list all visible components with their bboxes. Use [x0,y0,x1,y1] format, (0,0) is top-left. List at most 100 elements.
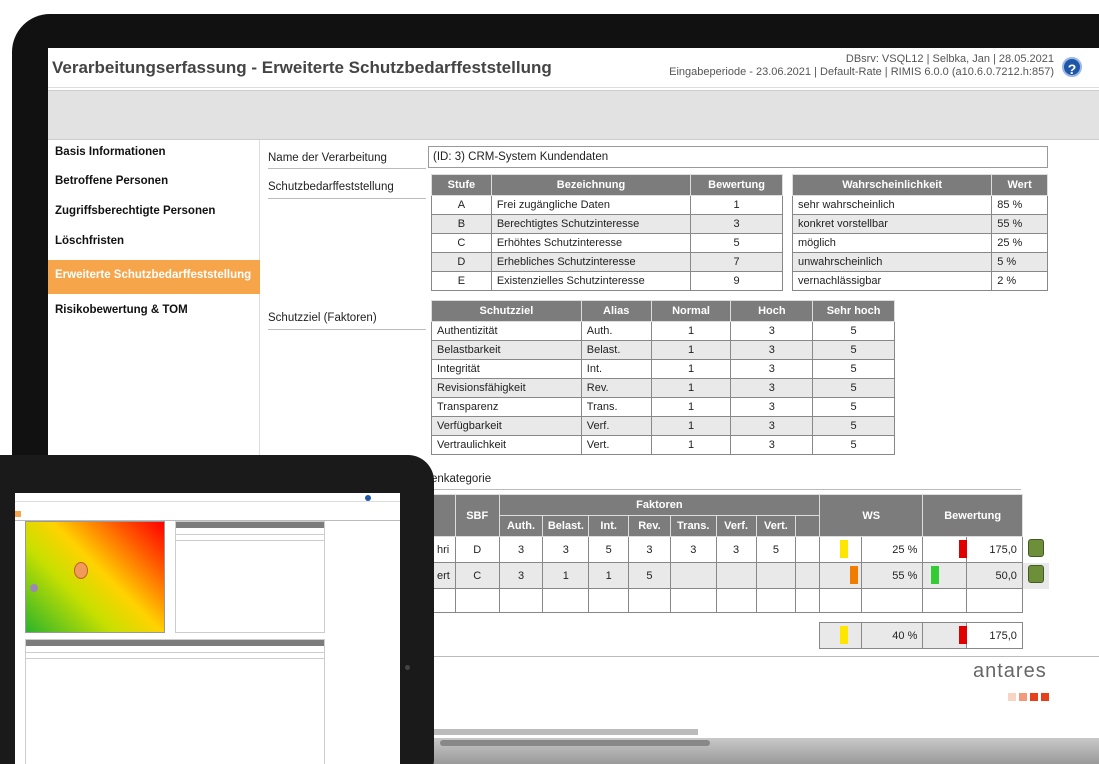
table-cell: 1 [650,378,732,398]
table-cell: Trans. [580,397,652,417]
session-info: DBsrv: VSQL12 | Selbka, Jan | 28.05.2021… [669,53,1054,79]
tablet-measures-panel [25,639,325,764]
table-cell: 1 [650,359,732,379]
total-ws: 40 % [860,622,924,649]
table-cell: 3 [730,359,814,379]
table-row: B Berechtigtes Schutzinteresse 3 [431,214,783,234]
column-header: SBF [454,494,500,537]
table-cell: Vert. [580,435,652,455]
table-cell: 3 [730,397,814,417]
table-cell: Vertraulichkeit [431,435,582,455]
table-cell: 1 [650,340,732,360]
sidebar-item-basis[interactable]: Basis Informationen [48,140,260,168]
brand-logo: antares [973,660,1047,682]
table-spacer [432,613,1050,623]
table-cell: Transparenz [431,397,582,417]
table-cell: C [431,233,492,253]
table-cell: C [454,562,500,589]
table-row: Verfügbarkeit Verf. 1 3 5 [431,416,895,436]
table-cell: 3 [542,536,590,563]
table-cell [542,588,590,613]
column-header: Normal [650,300,732,322]
column-header: Stufe [431,174,492,196]
table-cell [498,588,544,613]
table-cell: E [431,271,492,291]
bew-indicator-cell [922,622,968,649]
stufen-table: Stufe Bezeichnung Bewertung A Frei zugäng… [431,174,783,291]
ws-indicator-cell [819,536,862,563]
table-row [431,588,1050,613]
table-cell: 1 [650,397,732,417]
table-row: Vertraulichkeit Vert. 1 3 5 [431,435,895,455]
table-cell: 3 [730,378,814,398]
table-cell [1022,589,1049,613]
table-cell [669,588,717,613]
table-cell: 175,0 [966,536,1023,563]
risk-point-small [30,584,38,592]
table-cell [860,588,924,613]
table-cell: 55 % [860,562,924,589]
toolbar-band [48,90,1099,140]
table-cell [431,588,456,613]
table-cell: Int. [580,359,652,379]
table-cell: 5 [690,233,783,253]
wahrscheinlichkeit-table: Wahrscheinlichkeit Wert sehr wahrscheinl… [791,174,1048,291]
table-cell: 3 [730,416,814,436]
sidebar-item-risiko[interactable]: Risikobewertung & TOM [48,298,260,326]
table-row: D Erhebliches Schutzinteresse 7 [431,252,783,272]
sidebar-item-betroffene[interactable]: Betroffene Personen [48,169,260,197]
page-title: Verarbeitungserfassung - Erweiterte Schu… [52,58,552,77]
table-cell: D [431,252,492,272]
recycle-bin-icon[interactable] [1027,539,1044,557]
table-cell: 3 [730,340,814,360]
table-cell [588,588,630,613]
table-cell: vernachlässigbar [791,271,993,291]
bew-indicator [931,566,940,584]
column-header: Schutzziel [431,300,582,322]
recycle-bin-icon[interactable] [1027,565,1044,583]
column-header: Int. [588,515,630,537]
sidebar-item-loeschfristen[interactable]: Löschfristen [48,229,260,257]
ws-indicator [850,566,859,584]
table-cell [628,588,671,613]
table-cell: Authentizität [431,321,582,341]
table-cell [755,562,797,589]
table-row: ert C 3 1 1 5 55 % 50,0 [431,562,1049,589]
divider [268,168,426,169]
table-cell [819,588,862,613]
table-cell: 3 [715,536,757,563]
table-cell: 5 % [991,252,1048,272]
table-cell: hri [431,536,456,563]
column-header: Faktoren [498,494,821,516]
column-header: Bezeichnung [490,174,692,196]
laptop-base [340,734,1099,764]
column-header: Bewertung [922,494,1023,537]
table-cell [966,588,1023,613]
table-cell: 25 % [860,536,924,563]
table-row: Integrität Int. 1 3 5 [431,359,895,379]
table-row: E Existenzielles Schutzinteresse 9 [431,271,783,291]
sidebar-item-schutzbedarf[interactable]: Erweiterte Schutzbedarffeststellung [48,260,260,294]
column-header: Wert [991,174,1048,196]
laptop-hinge [440,740,710,746]
column-header: Alias [580,300,652,322]
table-cell: 55 % [991,214,1048,234]
name-field[interactable]: (ID: 3) CRM-System Kundendaten [428,146,1048,168]
column-header: WS [819,494,924,537]
tablet-frame [0,455,434,764]
table-cell: Verfügbarkeit [431,416,582,436]
tablet-table-panel [175,521,325,633]
table-cell: 5 [812,340,895,360]
table-cell: 1 [650,435,732,455]
kategorie-table: SBF Faktoren WS Bewertung Auth. Belast. … [431,494,1049,649]
bew-indicator [959,540,968,558]
table-cell [795,588,821,613]
table-row: Authentizität Auth. 1 3 5 [431,321,895,341]
column-header: Bewertung [690,174,783,196]
table-cell: Revisionsfähigkeit [431,378,582,398]
risk-heatmap [25,521,165,633]
help-icon[interactable]: ? [1062,57,1082,77]
sidebar-item-zugriff[interactable]: Zugriffsberechtigte Personen [48,199,260,227]
tablet-camera [405,665,410,670]
divider [431,656,1099,657]
